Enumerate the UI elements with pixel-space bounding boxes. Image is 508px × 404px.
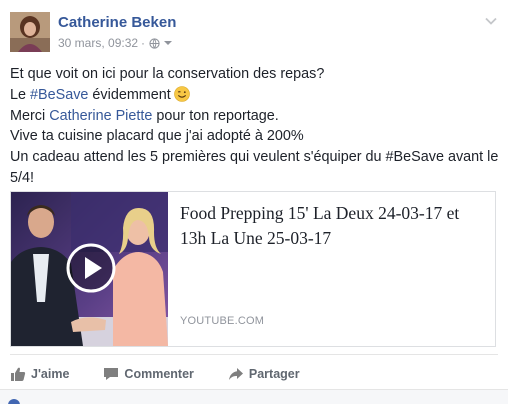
video-thumbnail[interactable] bbox=[11, 192, 168, 346]
post-timestamp[interactable]: 30 mars, 09:32 bbox=[58, 36, 138, 50]
text-fragment: évidemment bbox=[88, 86, 171, 103]
thumbs-up-icon bbox=[11, 367, 26, 381]
divider bbox=[10, 354, 498, 355]
post-text: Et que voit on ici pour la conservation … bbox=[10, 64, 498, 189]
avatar[interactable] bbox=[10, 12, 50, 52]
mention-link[interactable]: Catherine Piette bbox=[49, 108, 152, 124]
post-text-line: Vive ta cuisine placard que j'ai adopté … bbox=[10, 128, 304, 145]
post-actions: J'aime Commenter Partager bbox=[10, 362, 498, 386]
chevron-down-icon[interactable] bbox=[484, 14, 498, 28]
post-text-line: Et que voit on ici pour la conservation … bbox=[10, 66, 325, 82]
post-text-line: Merci Catherine Piette pour ton reportag… bbox=[10, 106, 498, 127]
meta-separator: · bbox=[141, 36, 146, 50]
post-header: Catherine Beken 30 mars, 09:32 · bbox=[10, 12, 500, 54]
text-fragment: Le bbox=[10, 86, 31, 103]
comment-bar bbox=[0, 389, 508, 404]
comment-avatar-icon bbox=[8, 399, 20, 404]
like-button[interactable]: J'aime bbox=[10, 366, 69, 382]
post-text-line: 5/4! bbox=[10, 169, 35, 186]
globe-icon[interactable] bbox=[149, 37, 160, 49]
link-card-title[interactable]: Food Prepping 15' La Deux 24-03-17 et 13… bbox=[180, 201, 485, 251]
post-text-line: Le #BeSave évidemment bbox=[10, 85, 498, 106]
link-card-domain: YOUTUBE.COM bbox=[180, 315, 265, 327]
share-button[interactable]: Partager bbox=[228, 366, 300, 382]
post-text-line: Un cadeau attend les 5 premières qui veu… bbox=[10, 149, 499, 166]
play-button-icon[interactable] bbox=[66, 243, 116, 293]
share-label: Partager bbox=[248, 367, 300, 381]
comment-bubble-icon bbox=[104, 368, 119, 380]
text-fragment: pour ton reportage. bbox=[152, 107, 279, 124]
facebook-post: Catherine Beken 30 mars, 09:32 · Et que … bbox=[0, 0, 508, 404]
like-label: J'aime bbox=[31, 367, 70, 381]
text-fragment: Merci bbox=[10, 107, 50, 124]
smiley-emoji-icon bbox=[174, 85, 190, 102]
privacy-dropdown-icon[interactable] bbox=[163, 38, 173, 48]
author-name[interactable]: Catherine Beken bbox=[58, 14, 176, 31]
comment-label: Commenter bbox=[124, 367, 194, 381]
hashtag-link[interactable]: #BeSave bbox=[30, 87, 88, 103]
link-preview-card[interactable]: Food Prepping 15' La Deux 24-03-17 et 13… bbox=[10, 191, 496, 347]
comment-button[interactable]: Commenter bbox=[103, 366, 194, 382]
share-arrow-icon bbox=[228, 368, 243, 380]
post-meta: 30 mars, 09:32 · bbox=[58, 36, 173, 50]
